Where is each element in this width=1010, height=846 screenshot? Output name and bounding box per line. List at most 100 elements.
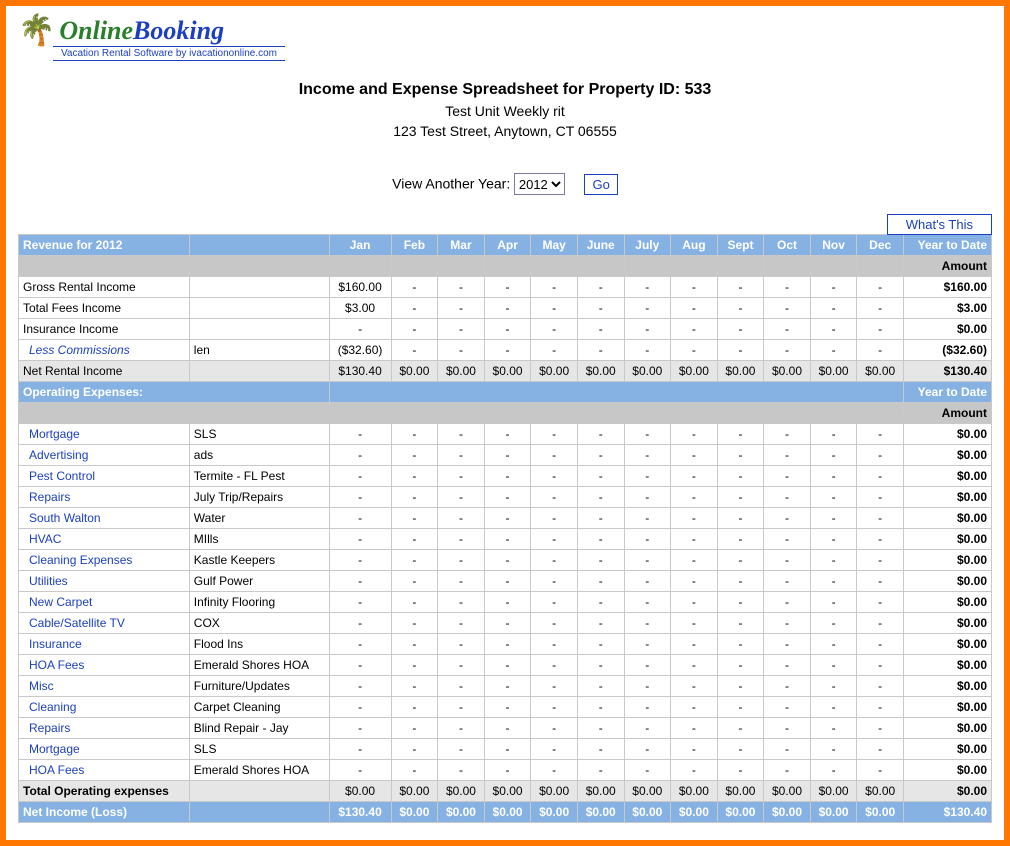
expense-link-12[interactable]: Misc — [23, 679, 185, 693]
expense-link-16[interactable]: HOA Fees — [23, 763, 185, 777]
expense-link-14[interactable]: Repairs — [23, 721, 185, 735]
year-select[interactable]: 2012 — [514, 173, 565, 195]
expense-ytd-12: $0.00 — [903, 676, 991, 697]
expense-m-13-1: - — [391, 697, 438, 718]
revenue-m-0-4: - — [577, 277, 624, 298]
expense-link-7[interactable]: Utilities — [23, 574, 185, 588]
expense-link-9[interactable]: Cable/Satellite TV — [23, 616, 185, 630]
expense-row: MortgageSLS------------$0.00 — [19, 424, 992, 445]
expense-m-10-4: - — [531, 634, 578, 655]
expense-m-11-0: - — [329, 655, 391, 676]
expense-link-8[interactable]: New Carpet — [23, 595, 185, 609]
net-income-m-8: $0.00 — [717, 802, 764, 823]
expense-link-4[interactable]: South Walton — [23, 511, 185, 525]
expense-m-7-9: - — [764, 571, 811, 592]
expense-m-6-5: - — [577, 550, 624, 571]
expense-m-8-8: - — [717, 592, 764, 613]
year-selector-row: View Another Year: 2012 Go — [18, 173, 992, 195]
blank — [577, 256, 624, 277]
expense-m-10-10: - — [810, 634, 857, 655]
expense-label-14: Repairs — [19, 718, 190, 739]
expense-m-2-8: - — [717, 466, 764, 487]
expense-m-15-9: - — [764, 739, 811, 760]
expense-ytd-0: $0.00 — [903, 424, 991, 445]
expense-link-10[interactable]: Insurance — [23, 637, 185, 651]
go-button[interactable]: Go — [584, 174, 617, 195]
expense-link-13[interactable]: Cleaning — [23, 700, 185, 714]
expense-link-1[interactable]: Advertising — [23, 448, 185, 462]
revenue-m-0-8: - — [764, 277, 811, 298]
net-rental-row: Net Rental Income$130.40$0.00$0.00$0.00$… — [19, 361, 992, 382]
expense-m-0-10: - — [810, 424, 857, 445]
expense-m-2-6: - — [624, 466, 671, 487]
month-header-4: May — [531, 235, 578, 256]
expense-m-9-9: - — [764, 613, 811, 634]
expense-link-11[interactable]: HOA Fees — [23, 658, 185, 672]
expense-m-15-2: - — [438, 739, 485, 760]
expense-link-3[interactable]: Repairs — [23, 490, 185, 504]
expense-m-6-2: - — [438, 550, 485, 571]
expense-m-11-4: - — [531, 655, 578, 676]
net-income-ytd: $130.40 — [903, 802, 991, 823]
blank — [189, 256, 329, 277]
expense-row: CleaningCarpet Cleaning------------$0.00 — [19, 697, 992, 718]
expense-m-4-5: - — [577, 508, 624, 529]
expense-m-3-7: - — [671, 487, 718, 508]
net-income-label: Net Income (Loss) — [19, 802, 190, 823]
expense-m-5-4: - — [531, 529, 578, 550]
whats-this-button[interactable]: What's This — [887, 214, 992, 235]
expense-m-8-10: - — [810, 592, 857, 613]
revenue-m-3-8: - — [764, 340, 811, 361]
expense-link-0[interactable]: Mortgage — [23, 427, 185, 441]
expense-m-14-6: - — [624, 718, 671, 739]
net-income-m-0: $130.40 — [329, 802, 391, 823]
total-expenses-row: Total Operating expenses$0.00$0.00$0.00$… — [19, 781, 992, 802]
blank — [329, 256, 391, 277]
expense-link-15[interactable]: Mortgage — [23, 742, 185, 756]
expense-m-4-0: - — [329, 508, 391, 529]
expense-row: Advertisingads------------$0.00 — [19, 445, 992, 466]
expense-m-7-0: - — [329, 571, 391, 592]
revenue-m-1-8: - — [764, 298, 811, 319]
expense-m-0-2: - — [438, 424, 485, 445]
expense-label-7: Utilities — [19, 571, 190, 592]
expense-m-7-5: - — [577, 571, 624, 592]
expense-m-16-1: - — [391, 760, 438, 781]
revenue-m-2-10: - — [857, 319, 904, 340]
revenue-note-2 — [189, 319, 329, 340]
net-rental-ytd: $130.40 — [903, 361, 991, 382]
revenue-m-0-6: - — [671, 277, 718, 298]
expense-row: MiscFurniture/Updates------------$0.00 — [19, 676, 992, 697]
expense-m-16-10: - — [810, 760, 857, 781]
expense-m-9-0: - — [329, 613, 391, 634]
expense-m-8-9: - — [764, 592, 811, 613]
expense-note-11: Emerald Shores HOA — [189, 655, 329, 676]
revenue-m-0-1: - — [438, 277, 485, 298]
revenue-m-2-1: - — [438, 319, 485, 340]
expense-m-11-7: - — [671, 655, 718, 676]
blank — [764, 256, 811, 277]
expense-ytd-2: $0.00 — [903, 466, 991, 487]
total-expenses-ytd: $0.00 — [903, 781, 991, 802]
expense-m-8-11: - — [857, 592, 904, 613]
net-rental-label: Net Rental Income — [19, 361, 190, 382]
blank — [624, 256, 671, 277]
net-rental-m-8: $0.00 — [764, 361, 811, 382]
revenue-label-2: Insurance Income — [19, 319, 190, 340]
expense-note-16: Emerald Shores HOA — [189, 760, 329, 781]
expense-m-16-6: - — [624, 760, 671, 781]
total-expenses-m-1: $0.00 — [391, 781, 438, 802]
revenue-m-1-6: - — [671, 298, 718, 319]
expense-link-5[interactable]: HVAC — [23, 532, 185, 546]
expense-label-0: Mortgage — [19, 424, 190, 445]
net-income-m-7: $0.00 — [671, 802, 718, 823]
expense-link-6[interactable]: Cleaning Expenses — [23, 553, 185, 567]
expense-m-12-9: - — [764, 676, 811, 697]
expense-m-0-9: - — [764, 424, 811, 445]
expense-m-0-3: - — [484, 424, 531, 445]
expense-m-15-7: - — [671, 739, 718, 760]
revenue-note-0 — [189, 277, 329, 298]
expense-m-14-8: - — [717, 718, 764, 739]
expense-m-14-10: - — [810, 718, 857, 739]
expense-link-2[interactable]: Pest Control — [23, 469, 185, 483]
